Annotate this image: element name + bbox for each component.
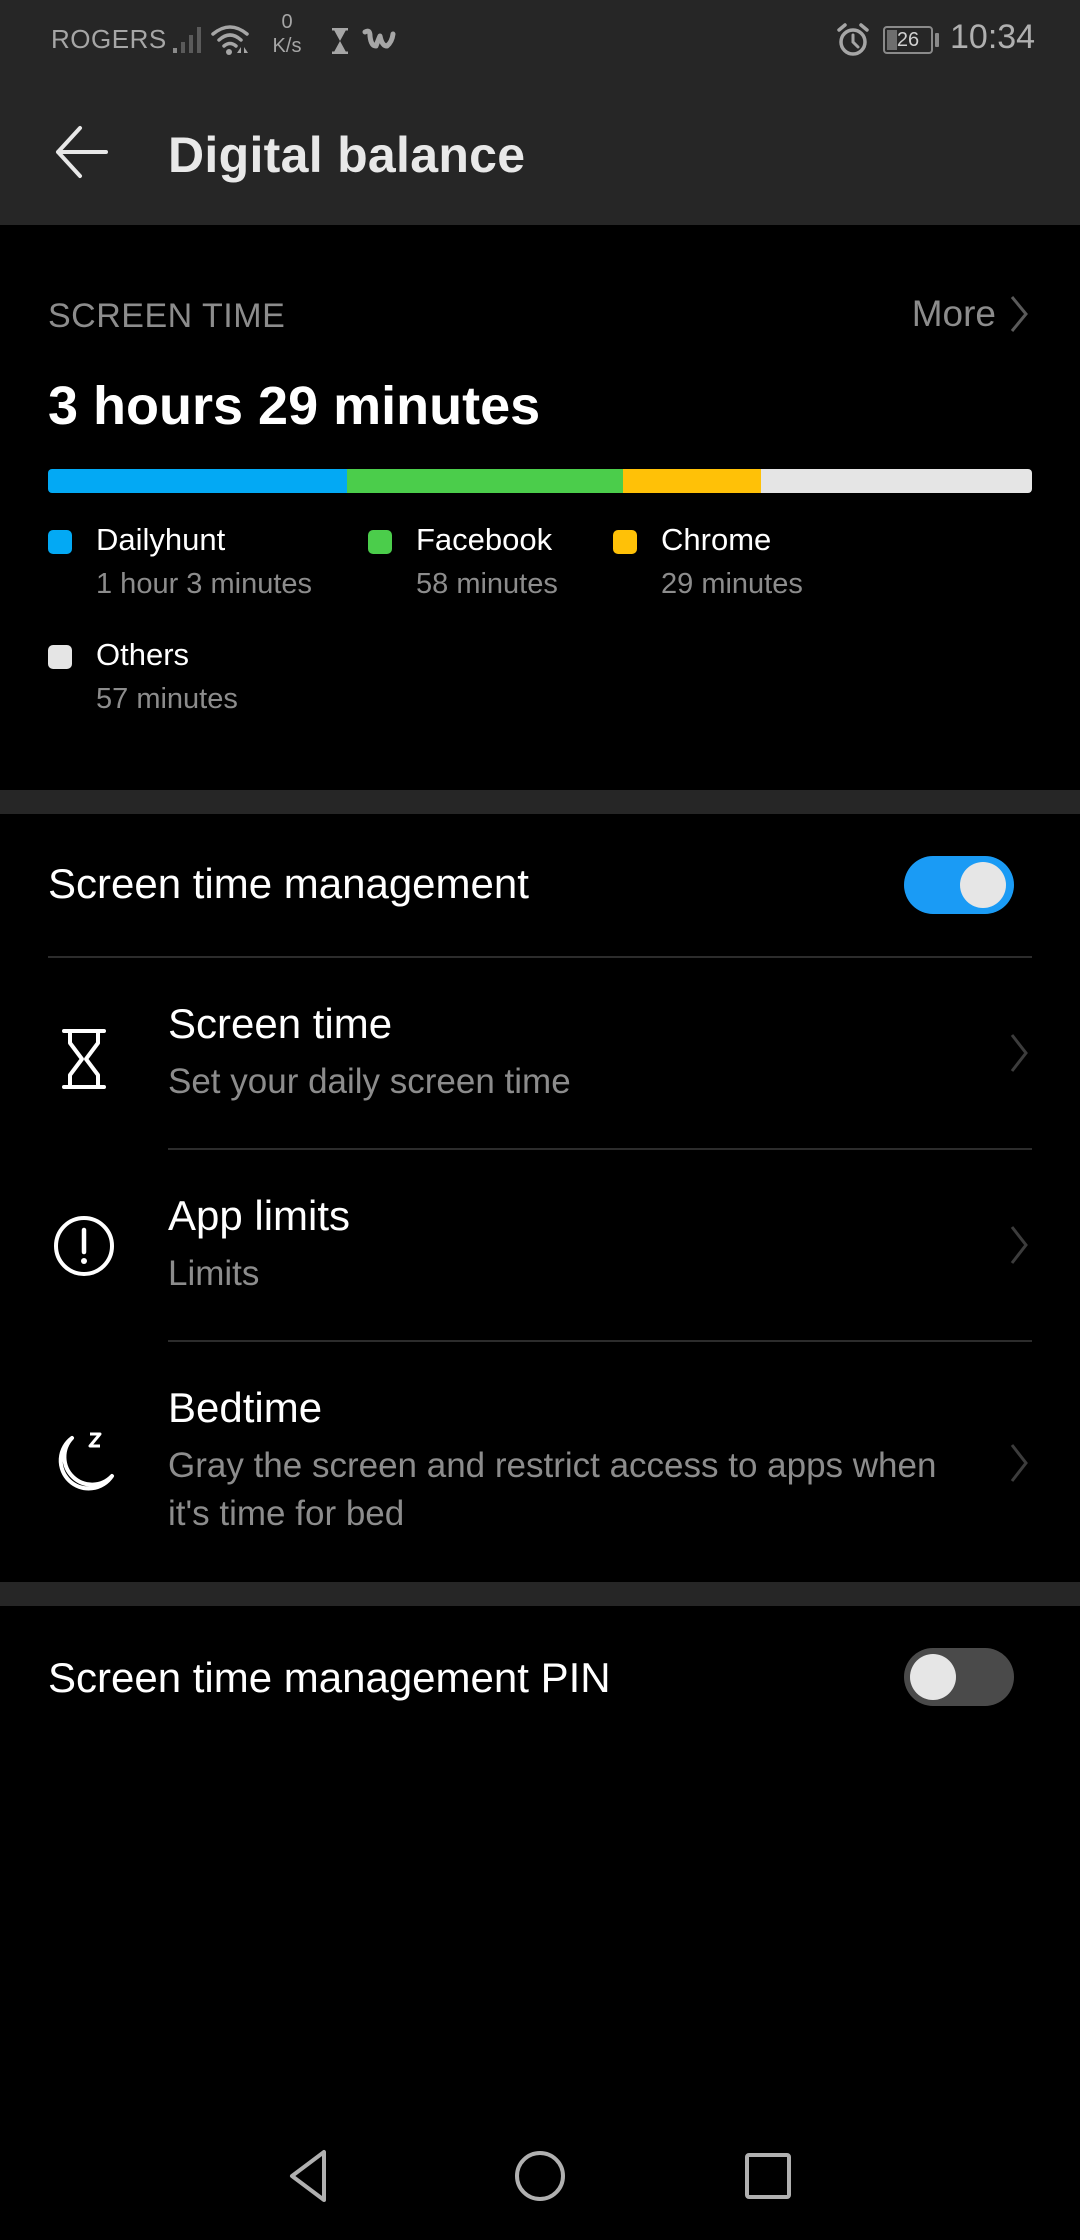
screen-time-management-label: Screen time management (48, 860, 529, 907)
item-subtitle: Limits (168, 1254, 260, 1293)
legend-color-dot (613, 530, 637, 554)
item-subtitle: Set your daily screen time (168, 1062, 571, 1101)
navigation-bar (0, 2110, 1080, 2240)
legend-app-name: Others (96, 637, 190, 672)
item-title: Bedtime (168, 1384, 323, 1431)
wish-app-icon (362, 28, 396, 49)
screen-time-management-toggle[interactable] (904, 856, 1014, 914)
screen-time-management-row[interactable]: Screen time management (0, 814, 1080, 957)
app-bar: Digital balance (0, 80, 1080, 225)
usage-bar (48, 469, 1032, 493)
nav-back-icon[interactable] (280, 2146, 340, 2206)
clock: 10:34 (950, 18, 1036, 56)
item-title: Screen time (168, 1000, 393, 1047)
screen-time-pin-label: Screen time management PIN (48, 1654, 611, 1701)
exclamation-circle-icon (54, 1216, 114, 1276)
item-subtitle: Gray the screen and restrict access to a… (168, 1446, 937, 1533)
legend-app-duration: 57 minutes (96, 683, 238, 715)
more-label: More (911, 293, 996, 334)
page-title: Digital balance (168, 127, 526, 183)
nav-recents-icon[interactable] (738, 2146, 798, 2206)
chevron-right-icon (1010, 296, 1028, 332)
legend-color-dot (48, 530, 72, 554)
total-screen-time: 3 hours 29 minutes (48, 376, 541, 436)
legend-app-name: Facebook (416, 522, 553, 557)
usage-bar-segment-chrome (623, 469, 762, 493)
bedtime-item[interactable]: Bedtime Gray the screen and restrict acc… (0, 1342, 1080, 1580)
legend-app-name: Chrome (661, 522, 772, 557)
screen-time-pin-row[interactable]: Screen time management PIN (0, 1606, 1080, 1754)
battery-icon: 26 (883, 26, 933, 54)
legend-app-name: Dailyhunt (96, 522, 226, 557)
network-speed-value: 0 (281, 11, 293, 33)
section-divider (0, 790, 1080, 814)
screen-time-pin-toggle[interactable] (904, 1648, 1014, 1706)
usage-bar-segment-facebook (347, 469, 624, 493)
section-divider (0, 1582, 1080, 1606)
battery-tip (935, 33, 939, 47)
status-bar: ROGERS 0 K/s 26 10:34 (0, 0, 1080, 80)
legend-color-dot (368, 530, 392, 554)
wifi-icon (211, 25, 249, 55)
hourglass-icon (62, 1029, 106, 1089)
arrow-left-icon[interactable] (50, 120, 114, 184)
network-speed: 0 K/s (264, 10, 310, 58)
hourglass-icon (332, 28, 348, 54)
toggle-knob (910, 1654, 956, 1700)
nav-home-icon[interactable] (510, 2146, 570, 2206)
legend-color-dot (48, 645, 72, 669)
chevron-right-icon (1010, 1444, 1028, 1482)
usage-bar-segment-others (761, 469, 1032, 493)
moon-sleep-icon (58, 1432, 114, 1491)
alarm-icon (837, 23, 869, 56)
app-limits-item[interactable]: App limits Limits (0, 1150, 1080, 1341)
carrier-name: ROGERS (51, 24, 167, 54)
usage-bar-segment-dailyhunt (48, 469, 348, 493)
legend-app-duration: 58 minutes (416, 568, 558, 600)
screen-time-label: SCREEN TIME (48, 297, 286, 335)
chevron-right-icon (1010, 1226, 1028, 1264)
screen-time-card[interactable]: SCREEN TIME More 3 hours 29 minutes Dail… (0, 225, 1080, 790)
signal-icon (173, 27, 201, 53)
legend-app-duration: 29 minutes (661, 568, 803, 600)
battery-level: 26 (896, 29, 920, 51)
chevron-right-icon (1010, 1034, 1028, 1072)
legend-app-duration: 1 hour 3 minutes (96, 568, 313, 600)
screen-time-item[interactable]: Screen time Set your daily screen time (0, 958, 1080, 1149)
toggle-knob (960, 862, 1006, 908)
more-button[interactable]: More (912, 293, 1030, 335)
network-speed-unit: K/s (272, 35, 302, 57)
item-title: App limits (168, 1192, 351, 1239)
